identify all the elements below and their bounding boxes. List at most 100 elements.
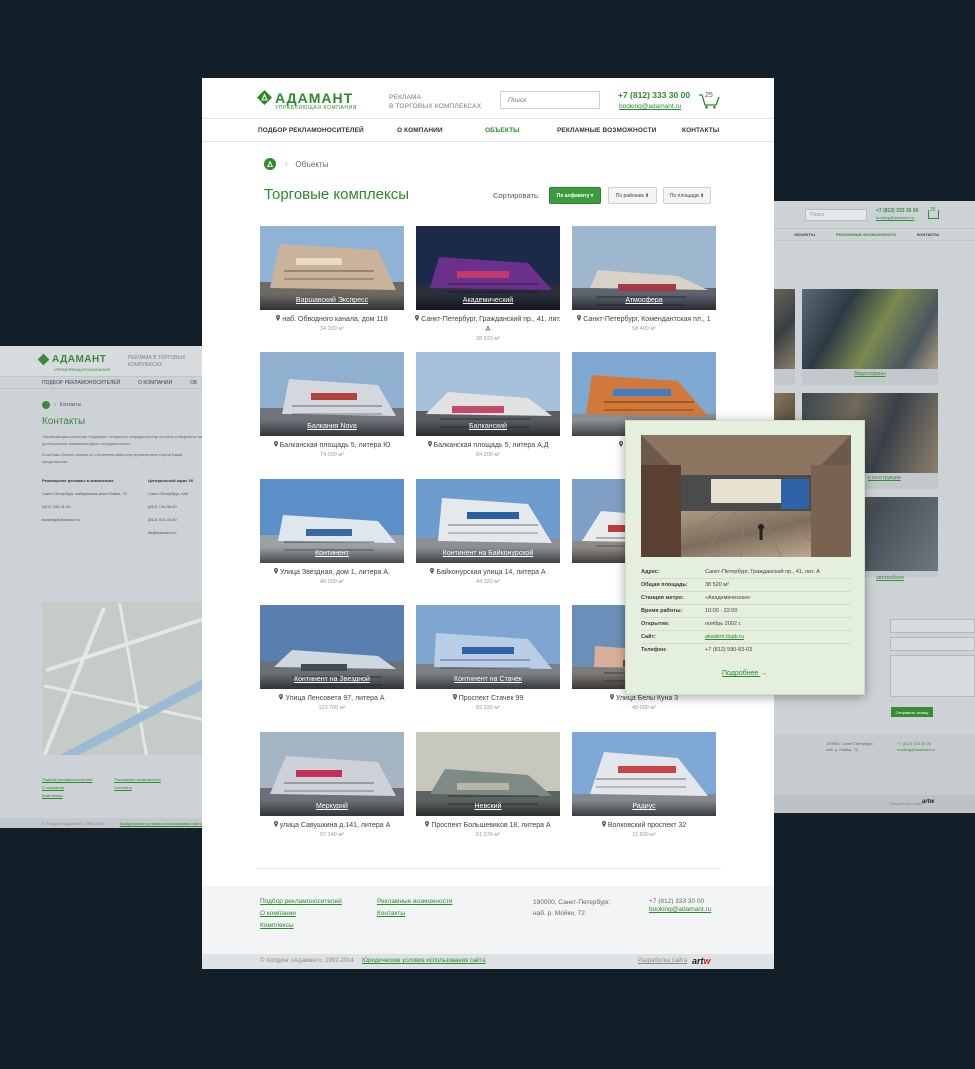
popup-row-metro: Станция метро: «Академическая» xyxy=(641,592,851,605)
bl-foot-link[interactable]: Подбор рекламоносителей xyxy=(42,776,92,784)
sort-area-button[interactable]: По площади ⬍ xyxy=(663,187,711,204)
popup-key: Сайт: xyxy=(641,634,657,640)
developer-logo[interactable]: artw xyxy=(692,956,711,966)
br-dev-text[interactable]: Разработка сайта xyxy=(890,801,923,806)
complex-name-link[interactable]: Континент на Стачек xyxy=(416,673,560,689)
complex-name-link[interactable]: Невский xyxy=(416,800,560,816)
developer-link[interactable]: Разработка сайта xyxy=(638,958,687,964)
complex-area: 51 376 м² xyxy=(476,832,500,838)
popup-key: Телефон: xyxy=(641,647,667,653)
logo-subtitle: УПРАВЛЯЮЩАЯ КОМПАНИЯ xyxy=(275,105,358,111)
bl-nav-item[interactable]: О КОМПАНИИ xyxy=(138,380,172,386)
bl-foot-link[interactable]: О компании xyxy=(42,784,92,792)
br-phone: +7 (812) 333 30 00 xyxy=(876,208,919,214)
br-search-input[interactable]: Поиск xyxy=(805,209,867,221)
complex-name-link[interactable]: Континент на Байконурской xyxy=(416,547,560,563)
bl-legal-link[interactable]: Юридические условия использования сайта xyxy=(120,821,202,826)
background-contacts-page: АДАМАНТ УПРАВЛЯЮЩАЯ КОМПАНИЯ РЕКЛАМА В Т… xyxy=(0,346,205,828)
popup-more-text: Подробнее xyxy=(722,670,759,677)
bl-col-2-head: Центральный офис УК xyxy=(148,478,194,483)
location-pin-icon xyxy=(276,315,281,321)
br-tile-caption[interactable]: автомобиля xyxy=(876,575,938,581)
nav-item-objects[interactable]: ОБЪЕКТЫ xyxy=(485,127,520,134)
nav-item-selection[interactable]: ПОДБОР РЕКЛАМОНОСИТЕЛЕЙ xyxy=(258,127,364,134)
bl-nav: ПОДБОР РЕКЛАМОНОСИТЕЛЕЙ О КОМПАНИИ ОБ xyxy=(0,376,205,389)
complex-address: Улица Белы Куна 3 xyxy=(568,694,720,704)
location-pin-icon xyxy=(619,441,624,447)
complex-name-link[interactable]: Балкания Nova xyxy=(260,420,404,436)
br-tile-caption[interactable]: е конструкции xyxy=(868,475,938,481)
br-tile[interactable]: Видеоэкраны xyxy=(802,289,938,385)
bl-foot-link[interactable]: Комплексы xyxy=(42,792,92,800)
bl-foot-link[interactable]: Рекламные возможности xyxy=(114,776,160,784)
location-pin-icon xyxy=(273,441,278,447)
bl-home-icon[interactable] xyxy=(42,401,50,409)
br-submit-button[interactable]: Отправить заявку xyxy=(891,707,933,717)
footer-link[interactable]: О компании xyxy=(260,910,296,917)
footer-link[interactable]: Комплексы xyxy=(260,922,294,929)
complex-address-text: Балканская площадь 5, литера Ю xyxy=(279,442,391,449)
complex-name-link[interactable]: Варшавский Экспресс xyxy=(260,294,404,310)
popup-site-link[interactable]: akadem.itspb.ru xyxy=(705,634,744,640)
footer-link[interactable]: Подбор рекламоносителей xyxy=(260,898,342,905)
bl-col-2-line: ibt@adamant.ru xyxy=(148,530,177,535)
complex-name-link[interactable]: Академический xyxy=(416,294,560,310)
br-form-field[interactable] xyxy=(890,637,975,651)
br-form-field[interactable] xyxy=(890,619,975,633)
complex-address-text: Улица Звездная, дом 1, литера А. xyxy=(280,569,390,576)
bl-map[interactable] xyxy=(42,602,205,755)
complex-address: Улица Звездная, дом 1, литера А. xyxy=(256,568,408,578)
br-dev-logo[interactable]: artw xyxy=(922,799,934,805)
bl-logo-text: АДАМАНТ xyxy=(52,354,107,365)
nav-item-about[interactable]: О КОМПАНИИ xyxy=(397,127,443,134)
breadcrumb: › Объекты xyxy=(264,158,328,170)
home-icon[interactable] xyxy=(264,158,276,170)
cart-count: 25 xyxy=(705,92,713,99)
header-email-link[interactable]: booking@adamant.ru xyxy=(619,103,681,110)
footer-email-link[interactable]: booking@adamant.ru xyxy=(649,906,711,913)
sort-alphabet-button[interactable]: По алфавиту ▾ xyxy=(549,187,601,204)
logo[interactable]: АДАМАНТ УПРАВЛЯЮЩАЯ КОМПАНИЯ xyxy=(257,90,356,111)
bl-logo: АДАМАНТ УПРАВЛЯЮЩАЯ КОМПАНИЯ xyxy=(37,353,110,372)
bl-nav-item[interactable]: ПОДБОР РЕКЛАМОНОСИТЕЛЕЙ xyxy=(42,380,120,386)
search-input[interactable] xyxy=(500,91,600,109)
br-nav-item[interactable]: КОНТАКТЫ xyxy=(917,232,939,237)
complex-name-link[interactable]: Балканский xyxy=(416,420,560,436)
complex-name-link[interactable]: Континент xyxy=(260,547,404,563)
complex-name-link[interactable]: Меркурий xyxy=(260,800,404,816)
complex-address-text: улица Савушкина д.141, литера А xyxy=(279,822,391,829)
complex-name-link[interactable]: Радиус xyxy=(572,800,716,816)
complex-address: Проспект Большевиков 18, литера А xyxy=(412,821,564,831)
bl-col-1-head: Размещение рекламы в комплексах xyxy=(42,478,114,483)
br-nav-item[interactable]: РЕКЛАМНЫЕ ВОЗМОЖНОСТИ xyxy=(836,232,896,237)
nav-item-contacts[interactable]: КОНТАКТЫ xyxy=(682,127,719,134)
br-form-textarea[interactable] xyxy=(890,655,975,697)
complex-area: 34 000 м² xyxy=(320,326,344,332)
complex-area: 123 700 м² xyxy=(318,705,346,711)
nav-item-ad-opportunities[interactable]: РЕКЛАМНЫЕ ВОЗМОЖНОСТИ xyxy=(557,127,656,134)
complex-address: Проспект Стачек 99 xyxy=(412,694,564,704)
popup-value: «Академическая» xyxy=(705,595,751,601)
br-nav: ОБЪЕКТЫ РЕКЛАМНЫЕ ВОЗМОЖНОСТИ КОНТАКТЫ xyxy=(772,228,975,241)
bl-nav-item[interactable]: ОБ xyxy=(190,380,197,386)
complex-name-link[interactable]: Континент на Звездной xyxy=(260,673,404,689)
br-email[interactable]: booking@adamant.ru xyxy=(876,215,914,220)
sort-district-button[interactable]: По районам ⬍ xyxy=(608,187,657,204)
complex-details-popup: Адрес: Санкт-Петербург, Гражданский пр., … xyxy=(625,420,865,695)
popup-row-hours: Время работы: 10:00 - 22:00 xyxy=(641,605,851,618)
bl-foot-link[interactable]: Контакты xyxy=(114,784,160,792)
footer-link[interactable]: Рекламные возможности xyxy=(377,898,452,905)
br-tile[interactable] xyxy=(772,289,795,385)
legal-link[interactable]: Юридические условия использования сайта xyxy=(362,958,486,964)
complex-address-text: Санкт-Петербург, Гражданский пр., 41, ли… xyxy=(421,316,561,333)
footer-link[interactable]: Контакты xyxy=(377,910,405,917)
popup-more-link[interactable]: Подробнее → xyxy=(722,670,767,677)
br-tile-caption[interactable]: Видеоэкраны xyxy=(802,371,938,377)
br-nav-item[interactable]: ОБЪЕКТЫ xyxy=(794,232,815,237)
bl-col-2-line: Санкт-Петербург, наб xyxy=(148,491,188,496)
sort-label: Сортировать: xyxy=(493,191,540,200)
complex-name-link[interactable]: Атмосфера xyxy=(572,294,716,310)
complex-area: 44 320 м² xyxy=(476,579,500,585)
bl-bc-sep: › xyxy=(54,402,56,408)
complex-address-text: Проспект Стачек 99 xyxy=(458,695,524,702)
